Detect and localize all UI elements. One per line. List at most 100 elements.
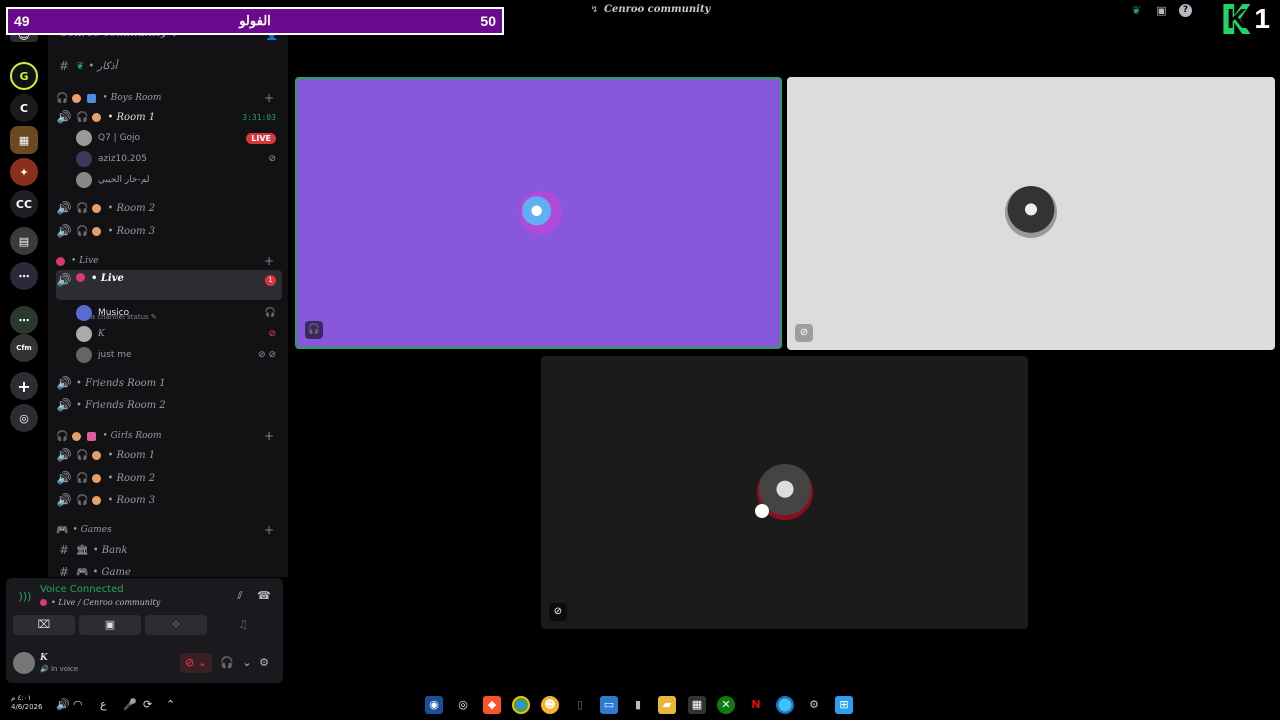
voice-user[interactable]: Q7 | Gojo LIVE <box>76 128 282 148</box>
server-cenroo-icon[interactable]: C <box>10 94 38 122</box>
video-tile-musico[interactable]: 🎧 <box>295 77 782 349</box>
video-tile-just-me[interactable]: ⊘ <box>541 356 1028 629</box>
photos-app-icon[interactable]: ▭ <box>600 696 618 714</box>
app-icon[interactable]: ☻ <box>541 696 559 714</box>
category-girls-room[interactable]: 🎧 • Girls Room + <box>56 426 282 446</box>
emoji-icon <box>72 93 82 103</box>
server-anime-icon[interactable]: ✦ <box>10 158 38 186</box>
chrome-browser-icon[interactable] <box>512 696 530 714</box>
help-icon[interactable]: ? <box>1179 4 1192 17</box>
avatar <box>76 151 92 167</box>
chevron-up-icon[interactable]: ⌃ <box>166 698 175 711</box>
user-status-label: In voice <box>50 665 79 673</box>
windows-start-icon[interactable]: ⊞ <box>835 696 853 714</box>
clock-time: ٤:٠١ م <box>11 694 32 702</box>
voice-channel-girls-room-3[interactable]: 🔊 🎧 • Room 3 <box>56 490 282 510</box>
server-icon: ↯ <box>590 5 599 15</box>
voice-user[interactable]: K ⊘ <box>76 324 282 344</box>
language-indicator[interactable]: ع <box>100 698 107 711</box>
k1-badge: K 1 <box>1223 4 1270 34</box>
emoji-icon <box>92 112 102 122</box>
video-tile-k[interactable]: ⊘ <box>787 77 1275 350</box>
voice-channel-live[interactable]: 🔊 • Live 1 <box>56 270 282 300</box>
user-name: K <box>40 653 48 663</box>
speaker-icon: 🔊 <box>56 376 72 390</box>
chevron-down-icon[interactable]: ⌄ <box>240 656 254 670</box>
emoji-icon <box>92 203 102 213</box>
volume-icon[interactable]: 🔊 <box>56 698 70 711</box>
discord-app-icon[interactable]: ◉ <box>425 696 443 714</box>
voice-user[interactable]: just me ⊘ ⊘ <box>76 345 282 365</box>
category-games[interactable]: 🎮 • Games + <box>56 520 282 540</box>
voice-channel-girls-room-2[interactable]: 🔊 🎧 • Room 2 <box>56 468 282 488</box>
edge-browser-icon[interactable] <box>776 696 794 714</box>
discover-icon[interactable]: ◎ <box>10 404 38 432</box>
xbox-app-icon[interactable]: ✕ <box>717 696 735 714</box>
voice-channel-room-3[interactable]: 🔊 🎧 • Room 3 <box>56 221 282 241</box>
soundboard-icon[interactable]: ♫ <box>236 618 250 632</box>
category-boys-room[interactable]: 🎧 • Boys Room + <box>56 88 282 108</box>
server-community-icon[interactable]: ▤ <box>10 227 38 255</box>
usb-app-icon[interactable]: ▮ <box>629 696 647 714</box>
netflix-app-icon[interactable]: N <box>747 696 765 714</box>
channel-label: • Bank <box>92 544 128 556</box>
noise-suppression-icon[interactable]: ⫽ <box>233 589 247 603</box>
avatar <box>76 326 92 342</box>
store-app-icon[interactable]: ▦ <box>688 696 706 714</box>
voice-timer: 3:31:03 <box>242 112 276 122</box>
voice-channel-room-2[interactable]: 🔊 🎧 • Room 2 <box>56 198 282 218</box>
category-label: • Girls Room <box>102 431 162 441</box>
inbox-icon[interactable]: ▣ <box>1155 4 1168 17</box>
headphones-toggle-icon[interactable]: 🎧 <box>220 656 234 670</box>
server-minecraft-icon[interactable]: ▦ <box>10 126 38 154</box>
add-channel-icon[interactable]: + <box>264 429 274 443</box>
voice-channel-room-1[interactable]: 🔊 🎧 • Room 1 3:31:03 <box>56 107 282 127</box>
server-folder-icon[interactable]: ⋯ <box>10 262 38 290</box>
mic-toggle-button[interactable]: ⊘ ⌄ <box>180 653 212 673</box>
wifi-icon[interactable]: ◠ <box>73 698 83 711</box>
server-g-icon[interactable]: G <box>10 62 38 90</box>
add-server-icon[interactable]: + <box>10 372 38 400</box>
text-channel-bank[interactable]: # 🏛 • Bank <box>56 540 282 560</box>
voice-user[interactable]: aziz10.205 ⊘ <box>76 149 282 169</box>
server-cfm-icon[interactable]: Cfm <box>10 334 38 362</box>
follower-overlay: 49 الفولو 50 <box>6 7 504 35</box>
server-folder-2-icon[interactable]: ⋯ <box>10 306 38 334</box>
voice-channel-path[interactable]: • Live / Cenroo community <box>40 598 160 607</box>
voice-channel-girls-room-1[interactable]: 🔊 🎧 • Room 1 <box>56 445 282 465</box>
nitro-leaf-icon[interactable]: ❦ <box>1130 4 1143 17</box>
add-channel-icon[interactable]: + <box>264 91 274 105</box>
channel-text-azkar[interactable]: # ❦ • أذكار <box>56 56 282 76</box>
add-channel-icon[interactable]: + <box>264 254 274 268</box>
server-cc-icon[interactable]: CC <box>10 190 38 218</box>
avatar <box>76 172 92 188</box>
screen-share-button[interactable]: ▣ <box>79 615 141 635</box>
system-clock[interactable]: ٤:٠١ م 4/6/2026 <box>11 694 42 712</box>
disconnect-icon[interactable]: ☎ <box>257 589 271 603</box>
channel-label: • Room 3 <box>107 225 156 237</box>
discord-alt-icon[interactable]: ◎ <box>454 696 472 714</box>
voice-channel-friends-2[interactable]: 🔊 • Friends Room 2 <box>56 395 282 415</box>
settings-gear-icon[interactable]: ⚙ <box>257 656 271 670</box>
signal-icon[interactable]: ))) <box>18 590 32 604</box>
channel-label: • Room 1 <box>107 111 156 123</box>
voice-channel-friends-1[interactable]: 🔊 • Friends Room 1 <box>56 373 282 393</box>
emoji-icon <box>92 226 102 236</box>
brave-browser-icon[interactable]: ◆ <box>483 696 501 714</box>
avatar[interactable] <box>13 652 35 674</box>
file-explorer-icon[interactable]: ▰ <box>658 696 676 714</box>
sync-icon[interactable]: ⟳ <box>143 698 152 711</box>
microphone-icon[interactable]: 🎤 <box>123 698 137 711</box>
headphones-icon: 🎧 <box>76 494 89 506</box>
mouse-app-icon[interactable]: ▯ <box>571 696 589 714</box>
category-live[interactable]: • Live + <box>56 251 282 271</box>
speaker-icon: 🔊 <box>56 201 72 215</box>
camera-off-button[interactable]: ⌧ <box>13 615 75 635</box>
emoji-icon <box>87 431 97 441</box>
activities-button[interactable]: ⁘ <box>145 615 207 635</box>
add-channel-icon[interactable]: + <box>264 523 274 537</box>
voice-user[interactable]: لم-خار الحيبي <box>76 170 282 190</box>
settings-app-icon[interactable]: ⚙ <box>805 696 823 714</box>
user-name: just me <box>98 350 132 360</box>
voice-user[interactable]: Musico 🎧 <box>76 303 282 323</box>
